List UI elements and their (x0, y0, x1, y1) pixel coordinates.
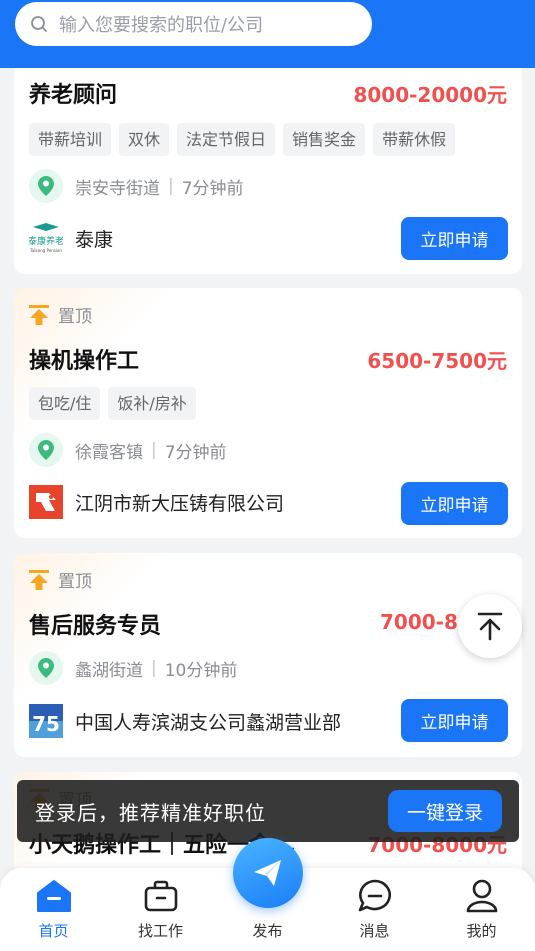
job-title: 操机操作工 (29, 349, 140, 374)
job-card[interactable]: 置顶 售后服务专员 7000-80 蠡湖街道 | 10分钟前 75 中国人寿滨湖… (14, 553, 522, 757)
publish-button[interactable] (233, 838, 303, 908)
company-logo (29, 485, 63, 519)
pin-up-arrow-icon (29, 304, 49, 325)
posted-time: 7分钟前 (164, 442, 227, 463)
briefcase-icon (141, 876, 181, 916)
job-tag: 包吃/住 (29, 387, 101, 420)
job-location: 崇安寺街道 | 7分钟前 (29, 169, 244, 203)
tab-profile[interactable]: 我的 (428, 868, 535, 951)
profile-icon (462, 876, 502, 916)
company-name: 江阴市新大压铸有限公司 (75, 492, 285, 515)
divider: | (168, 176, 174, 196)
pinned-label: 置顶 (58, 572, 92, 592)
search-icon (31, 16, 47, 32)
company-name: 中国人寿滨湖支公司蠡湖营业部 (75, 711, 342, 734)
tab-messages[interactable]: 消息 (321, 868, 428, 951)
company-info: 泰康养老 Taikang Pension 泰康 (29, 221, 113, 255)
tab-label: 首页 (38, 922, 69, 940)
job-tag: 销售奖金 (283, 123, 366, 156)
tab-home[interactable]: 首页 (0, 868, 107, 951)
tab-label: 消息 (359, 922, 390, 940)
job-location: 徐霞客镇 | 7分钟前 (29, 433, 227, 467)
pinned-label: 置顶 (58, 307, 92, 327)
apply-button[interactable]: 立即申请 (401, 217, 508, 260)
company-name: 泰康 (75, 228, 114, 251)
company-info: 江阴市新大压铸有限公司 (29, 485, 284, 519)
back-to-top-button[interactable] (458, 594, 522, 658)
tab-label: 发布 (252, 922, 283, 940)
job-location: 蠡湖街道 | 10分钟前 (29, 651, 237, 685)
job-tags: 包吃/住 饭补/房补 (29, 387, 196, 420)
pinned-badge: 置顶 (28, 302, 92, 327)
divider: | (151, 658, 157, 678)
company-logo: 75 (29, 704, 63, 738)
job-tag: 带薪培训 (29, 123, 112, 156)
pinned-badge: 置顶 (28, 567, 92, 592)
job-tag: 带薪休假 (373, 123, 456, 156)
svg-text:Taikang Pension: Taikang Pension (29, 248, 62, 253)
job-tags: 带薪培训 双休 法定节假日 销售奖金 带薪休假 (29, 123, 456, 156)
tab-find-job[interactable]: 找工作 (107, 868, 214, 951)
location-pin-icon (29, 651, 63, 685)
company-info: 75 中国人寿滨湖支公司蠡湖营业部 (29, 704, 341, 738)
pin-up-arrow-icon (29, 569, 49, 590)
svg-text:75: 75 (32, 712, 60, 736)
taikang-logo: 泰康养老 Taikang Pension (29, 221, 63, 255)
posted-time: 10分钟前 (164, 660, 238, 681)
posted-time: 7分钟前 (181, 178, 244, 199)
job-salary: 6500-7500元 (367, 349, 507, 373)
message-icon (355, 876, 395, 916)
location-text: 崇安寺街道 (75, 178, 160, 199)
location-pin-icon (29, 169, 63, 203)
job-title: 售后服务专员 (29, 614, 162, 639)
job-card[interactable]: 置顶 操机操作工 6500-7500元 包吃/住 饭补/房补 徐霞客镇 | 7分… (14, 288, 522, 538)
job-tag: 法定节假日 (177, 123, 276, 156)
svg-text:泰康养老: 泰康养老 (29, 235, 63, 247)
one-click-login-button[interactable]: 一键登录 (388, 790, 502, 832)
location-text: 徐霞客镇 (75, 442, 143, 463)
apply-button[interactable]: 立即申请 (401, 482, 508, 525)
job-title: 养老顾问 (29, 83, 118, 108)
top-bar: 输入您要搜索的职位/公司 (0, 0, 535, 68)
apply-button[interactable]: 立即申请 (401, 699, 508, 742)
login-prompt-message: 登录后，推荐精准好职位 (35, 800, 266, 825)
divider: | (151, 440, 157, 460)
job-salary: 8000-20000元 (353, 83, 507, 107)
send-icon (254, 860, 281, 886)
login-prompt-banner: 登录后，推荐精准好职位 一键登录 (17, 780, 519, 842)
arrow-up-to-top-icon (477, 612, 503, 641)
search-placeholder: 输入您要搜索的职位/公司 (59, 15, 264, 36)
tab-label: 找工作 (137, 922, 183, 940)
location-pin-icon (29, 433, 63, 467)
home-icon (34, 876, 74, 916)
search-input[interactable]: 输入您要搜索的职位/公司 (15, 2, 372, 46)
location-text: 蠡湖街道 (75, 660, 143, 681)
job-tag: 饭补/房补 (108, 387, 196, 420)
job-tag: 双休 (119, 123, 170, 156)
tab-label: 我的 (466, 922, 497, 940)
